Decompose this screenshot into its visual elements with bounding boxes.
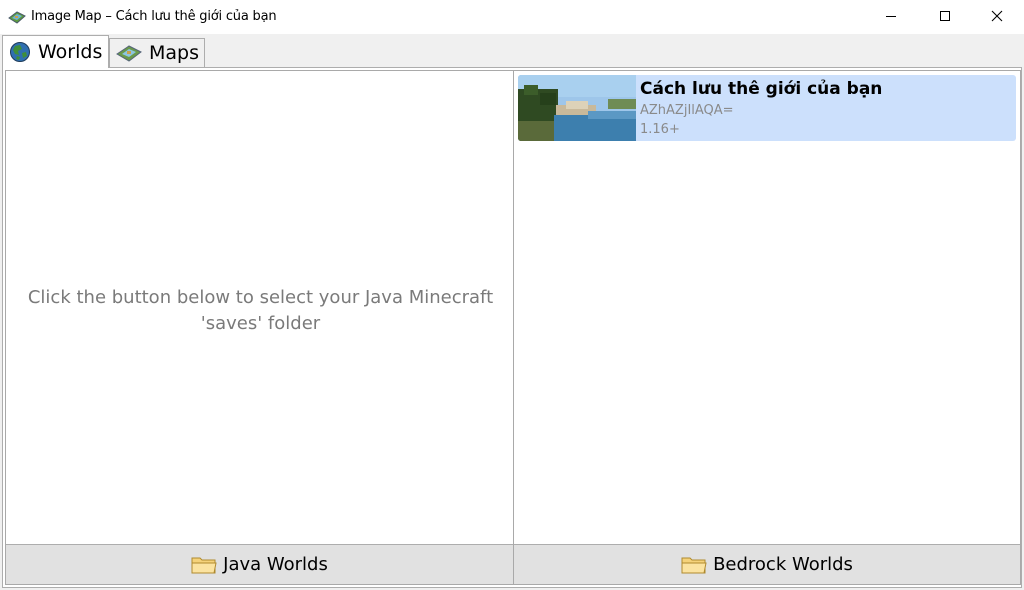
bedrock-worlds-button[interactable]: Bedrock Worlds <box>514 544 1020 584</box>
close-icon <box>991 10 1003 22</box>
tab-strip: Worlds Maps <box>0 34 1024 68</box>
globe-icon <box>10 42 30 62</box>
tab-label: Worlds <box>38 41 103 63</box>
empty-state-message: Click the button below to select your Ja… <box>6 285 515 337</box>
minimize-button[interactable] <box>868 0 914 32</box>
java-worlds-pane: Click the button below to select your Ja… <box>5 70 514 585</box>
worlds-tab-content: Click the button below to select your Ja… <box>2 67 1022 588</box>
folder-icon <box>191 557 217 573</box>
world-list-item[interactable]: Cách lưu thê giới của bạn AZhAZjIlAQA= 1… <box>518 75 1016 141</box>
java-worlds-button[interactable]: Java Worlds <box>6 544 513 584</box>
window-title: Image Map – Cách lưu thê giới của bạn <box>31 9 277 24</box>
title-bar: Image Map – Cách lưu thê giới của bạn <box>0 0 1024 34</box>
map-icon <box>116 45 142 62</box>
close-button[interactable] <box>974 0 1020 32</box>
maximize-icon <box>940 11 950 21</box>
minimize-icon <box>886 16 896 17</box>
button-label: Java Worlds <box>223 554 328 575</box>
bedrock-worlds-pane: Cách lưu thê giới của bạn AZhAZjIlAQA= 1… <box>513 70 1021 585</box>
tab-maps[interactable]: Maps <box>109 38 205 67</box>
map-icon <box>8 11 26 24</box>
world-version: 1.16+ <box>640 122 680 137</box>
world-thumbnail <box>518 75 636 141</box>
placeholder-text: Click the button below to select your Ja… <box>27 287 494 334</box>
tab-worlds[interactable]: Worlds <box>2 35 109 68</box>
tab-label: Maps <box>149 42 199 64</box>
button-label: Bedrock Worlds <box>713 554 853 575</box>
world-id: AZhAZjIlAQA= <box>640 103 734 118</box>
folder-icon <box>681 557 707 573</box>
maximize-button[interactable] <box>922 0 968 32</box>
world-name: Cách lưu thê giới của bạn <box>640 79 883 99</box>
